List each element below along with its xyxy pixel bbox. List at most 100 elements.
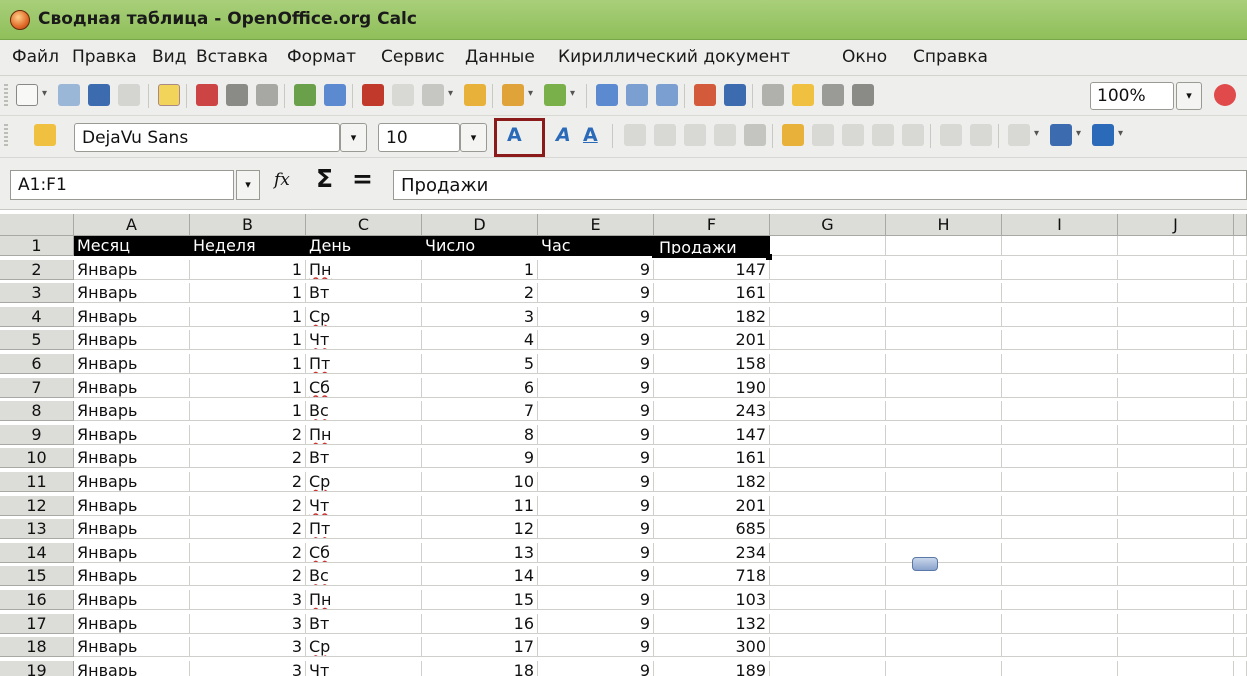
cell[interactable] — [770, 519, 886, 540]
cell[interactable]: 16 — [422, 613, 538, 634]
cell[interactable]: Число — [422, 236, 538, 256]
cell[interactable]: Январь — [74, 330, 190, 351]
row-header[interactable]: 4 — [0, 306, 74, 327]
menu-format[interactable]: Формат — [287, 47, 356, 67]
cell[interactable] — [1234, 283, 1247, 304]
cell[interactable]: 201 — [654, 330, 770, 351]
cell[interactable]: Чт — [306, 660, 422, 676]
cell[interactable]: 132 — [654, 613, 770, 634]
cell[interactable] — [886, 448, 1002, 469]
cell[interactable] — [1234, 590, 1247, 610]
column-header-a[interactable]: A — [74, 214, 190, 236]
cell[interactable]: 2 — [190, 472, 306, 492]
cell[interactable] — [886, 495, 1002, 516]
sort-ascending-icon[interactable] — [626, 84, 648, 106]
cell[interactable]: Пт — [306, 519, 422, 540]
cell[interactable]: 9 — [538, 448, 654, 469]
cell[interactable] — [1002, 330, 1118, 351]
row-header[interactable]: 5 — [0, 330, 74, 351]
function-icon[interactable]: = — [352, 164, 373, 193]
bold-icon[interactable]: A — [507, 124, 522, 146]
cell[interactable] — [1234, 259, 1247, 280]
row-header[interactable]: 14 — [0, 542, 74, 563]
cell[interactable] — [1002, 472, 1118, 492]
cell[interactable] — [1234, 330, 1247, 351]
cell[interactable] — [886, 472, 1002, 492]
increase-indent-icon[interactable] — [970, 124, 992, 146]
cell[interactable] — [770, 495, 886, 516]
cell[interactable] — [770, 637, 886, 658]
menu-tools[interactable]: Сервис — [381, 47, 445, 67]
cell[interactable] — [1234, 472, 1247, 492]
cell[interactable] — [1118, 306, 1234, 327]
cell[interactable]: Чт — [306, 330, 422, 351]
print-preview-icon[interactable] — [256, 84, 278, 106]
cell[interactable]: Сб — [306, 542, 422, 563]
cell[interactable]: Январь — [74, 637, 190, 658]
cell[interactable]: 14 — [422, 566, 538, 587]
cell[interactable] — [886, 424, 1002, 445]
copy-icon[interactable] — [392, 84, 414, 106]
menu-edit[interactable]: Правка — [72, 47, 137, 67]
cell[interactable]: 1 — [190, 259, 306, 280]
cell[interactable] — [1002, 613, 1118, 634]
datapilot-icon[interactable] — [724, 84, 746, 106]
toolbar-grip[interactable] — [4, 124, 8, 148]
cell[interactable]: 15 — [422, 590, 538, 610]
cell[interactable]: Продажи — [654, 236, 770, 256]
name-box-dropdown[interactable]: ▾ — [236, 170, 260, 200]
cell[interactable]: 9 — [538, 259, 654, 280]
cell[interactable] — [770, 306, 886, 327]
cell[interactable]: 9 — [538, 283, 654, 304]
cell[interactable] — [770, 354, 886, 374]
cell[interactable]: Вс — [306, 401, 422, 422]
cell[interactable] — [1002, 259, 1118, 280]
row-header[interactable]: 11 — [0, 472, 74, 492]
cell[interactable] — [1118, 236, 1234, 256]
edit-file-icon[interactable] — [158, 84, 180, 106]
column-header-c[interactable]: C — [306, 214, 422, 236]
cell[interactable] — [1118, 448, 1234, 469]
cell[interactable]: Январь — [74, 472, 190, 492]
cell[interactable]: Январь — [74, 613, 190, 634]
cell[interactable] — [886, 401, 1002, 422]
cell[interactable] — [1002, 401, 1118, 422]
row-header[interactable]: 1 — [0, 236, 74, 256]
row-header[interactable]: 18 — [0, 637, 74, 658]
background-color-icon[interactable] — [1050, 124, 1072, 146]
cell[interactable] — [1234, 354, 1247, 374]
cell[interactable]: 9 — [422, 448, 538, 469]
cell[interactable]: Сб — [306, 377, 422, 398]
cell[interactable] — [770, 330, 886, 351]
cell[interactable]: 103 — [654, 590, 770, 610]
clone-formatting-icon[interactable] — [464, 84, 486, 106]
cell[interactable]: 2 — [190, 519, 306, 540]
hyperlink-icon[interactable] — [596, 84, 618, 106]
cell[interactable] — [1118, 590, 1234, 610]
align-center-icon[interactable] — [654, 124, 676, 146]
cell[interactable] — [886, 306, 1002, 327]
cell[interactable] — [770, 542, 886, 563]
cell[interactable] — [1234, 236, 1247, 256]
delete-decimal-icon[interactable] — [902, 124, 924, 146]
paste-options-icon[interactable] — [912, 557, 938, 571]
cell[interactable]: День — [306, 236, 422, 256]
column-header-f[interactable]: F — [654, 214, 770, 236]
column-header-g[interactable]: G — [770, 214, 886, 236]
cell[interactable]: Вт — [306, 613, 422, 634]
zoom-field[interactable]: 100% — [1090, 82, 1174, 110]
cell[interactable]: 2 — [190, 448, 306, 469]
new-document-icon[interactable] — [16, 84, 38, 106]
data-sources-icon[interactable] — [852, 84, 874, 106]
font-name-field[interactable]: DejaVu Sans — [74, 123, 340, 152]
cell[interactable] — [1118, 660, 1234, 676]
cell[interactable]: 161 — [654, 448, 770, 469]
gallery-icon[interactable] — [822, 84, 844, 106]
cell[interactable]: 147 — [654, 424, 770, 445]
email-icon[interactable] — [118, 84, 140, 106]
cell[interactable] — [1118, 566, 1234, 587]
cell[interactable]: 10 — [422, 472, 538, 492]
cell[interactable] — [1234, 424, 1247, 445]
cell[interactable] — [1002, 542, 1118, 563]
cell[interactable]: Январь — [74, 306, 190, 327]
